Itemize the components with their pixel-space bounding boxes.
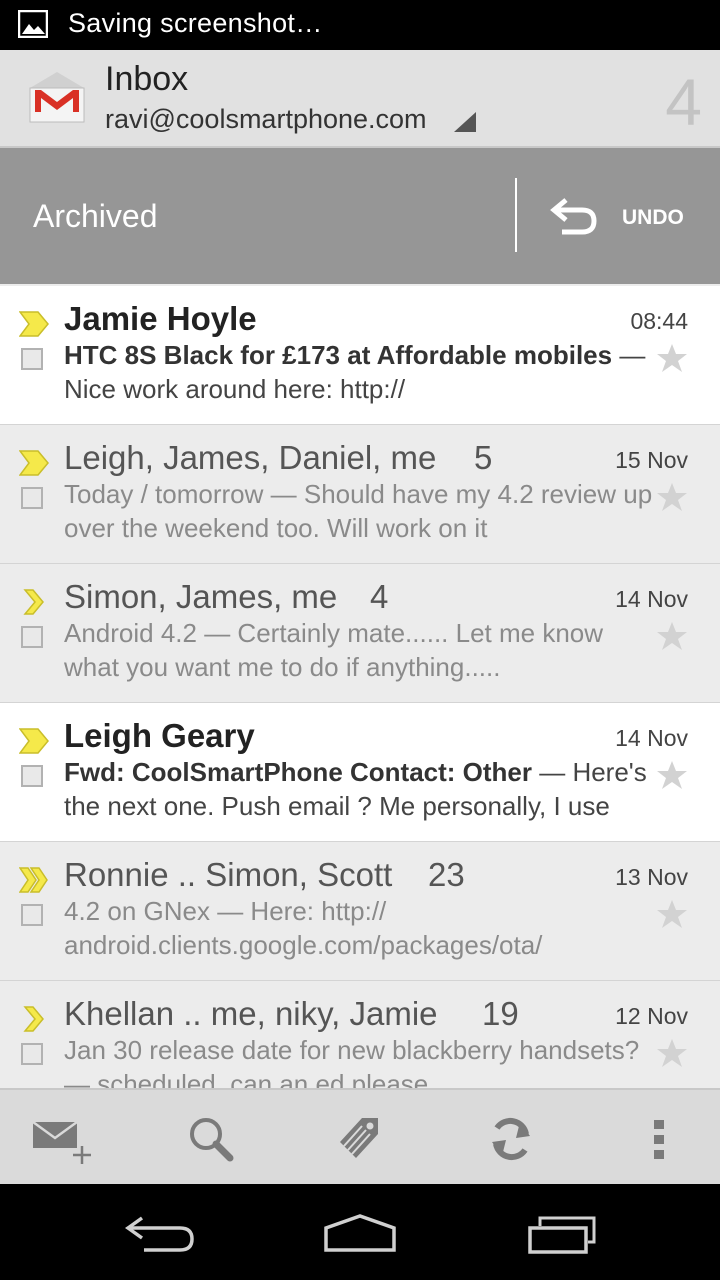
conversation-date: 14 Nov [615,586,688,612]
unread-count: 4 [665,65,702,139]
conversation-subject: HTC 8S Black for £173 at Affordable mobi… [64,340,613,370]
status-bar: Saving screenshot… [0,0,720,50]
page-title[interactable]: Inbox [105,60,188,99]
importance-marker-icon[interactable] [19,588,49,616]
search-icon [190,1118,234,1162]
recent-apps-button[interactable] [500,1184,640,1280]
star-icon[interactable] [656,759,688,791]
select-checkbox[interactable] [21,487,43,509]
conversation-snippet: Fwd: CoolSmartPhone Contact: Other — Her… [64,755,660,823]
conversation-date: 14 Nov [615,725,688,751]
conversation-sender: Leigh Geary [64,717,255,754]
archived-message: Archived [33,198,158,234]
conversation-date: 08:44 [630,308,688,334]
overflow-menu-icon [654,1120,664,1159]
conversation-count: 5 [474,439,493,476]
importance-marker-icon[interactable] [19,1005,49,1033]
star-icon[interactable] [656,1037,688,1069]
undo-label: UNDO [622,206,684,229]
home-button[interactable] [290,1184,430,1280]
conversation-count: 4 [370,578,389,615]
undo-divider [515,178,517,252]
bottom-toolbar [0,1088,720,1186]
conversation-date: 15 Nov [615,447,688,473]
refresh-button[interactable] [450,1090,570,1186]
select-checkbox[interactable] [21,1043,43,1065]
conversation-date: 12 Nov [615,1003,688,1029]
conversation-sender: Jamie Hoyle [64,300,257,337]
conversation-row[interactable]: Leigh Geary 14 Nov Fwd: CoolSmartPhone C… [0,703,720,842]
conversation-snippet: HTC 8S Black for £173 at Affordable mobi… [64,338,660,406]
overflow-menu-button[interactable] [600,1090,720,1186]
gmail-logo-icon[interactable] [26,66,88,128]
conversation-row[interactable]: Leigh, James, Daniel, me 5 15 Nov Today … [0,425,720,564]
home-icon [324,1214,396,1252]
select-checkbox[interactable] [21,626,43,648]
undo-icon [550,198,597,235]
importance-double-marker-icon[interactable] [19,866,49,894]
conversation-snippet: Jan 30 release date for new blackberry h… [64,1033,660,1088]
conversation-subject: Fwd: CoolSmartPhone Contact: Other [64,757,532,787]
star-icon[interactable] [656,898,688,930]
back-icon [124,1216,194,1252]
conversation-list[interactable]: Jamie Hoyle 08:44 HTC 8S Black for £173 … [0,286,720,1088]
compose-button[interactable] [0,1090,120,1186]
labels-button[interactable] [300,1090,420,1186]
conversation-sender: Simon, James, me [64,578,338,615]
conversation-row[interactable]: Ronnie .. Simon, Scott 23 13 Nov 4.2 on … [0,842,720,981]
labels-icon [340,1118,378,1158]
refresh-icon [492,1117,530,1161]
conversation-subject: 4.2 on GNex [64,896,210,926]
undo-bar: Archived UNDO [0,148,720,284]
star-icon[interactable] [656,620,688,652]
system-nav-bar [0,1184,720,1280]
compose-icon [32,1120,91,1164]
conversation-date: 13 Nov [615,864,688,890]
importance-marker-icon[interactable] [19,310,49,338]
recent-apps-icon [528,1216,596,1254]
conversation-row[interactable]: Simon, James, me 4 14 Nov Android 4.2 — … [0,564,720,703]
account-dropdown-icon[interactable] [452,110,478,134]
star-icon[interactable] [656,481,688,513]
importance-marker-icon[interactable] [19,727,49,755]
conversation-subject: Jan 30 release date for new blackberry h… [64,1035,640,1065]
select-checkbox[interactable] [21,904,43,926]
conversation-snippet: 4.2 on GNex — Here: http:// android.clie… [64,894,660,962]
select-checkbox[interactable] [21,348,43,370]
conversation-sender: Leigh, James, Daniel, me [64,439,437,476]
undo-button[interactable]: UNDO [520,148,720,284]
screenshot-icon [18,10,48,38]
conversation-snippet: Android 4.2 — Certainly mate...... Let m… [64,616,660,684]
action-bar: Inbox ravi@coolsmartphone.com 4 [0,50,720,148]
conversation-row[interactable]: Jamie Hoyle 08:44 HTC 8S Black for £173 … [0,286,720,425]
search-button[interactable] [150,1090,270,1186]
conversation-subject: Today / tomorrow [64,479,264,509]
conversation-preview: — scheduled, can an ed please [64,1069,429,1088]
star-icon[interactable] [656,342,688,374]
account-email[interactable]: ravi@coolsmartphone.com [105,104,427,135]
conversation-sender: Ronnie .. Simon, Scott [64,856,393,893]
status-notification-text: Saving screenshot… [68,8,323,38]
conversation-count: 19 [482,995,519,1032]
conversation-snippet: Today / tomorrow — Should have my 4.2 re… [64,477,660,545]
conversation-row[interactable]: Khellan .. me, niky, Jamie 19 12 Nov Jan… [0,981,720,1088]
conversation-count: 23 [428,856,465,893]
back-button[interactable] [90,1184,230,1280]
conversation-subject: Android 4.2 [64,618,197,648]
conversation-sender: Khellan .. me, niky, Jamie [64,995,438,1032]
select-checkbox[interactable] [21,765,43,787]
importance-marker-icon[interactable] [19,449,49,477]
